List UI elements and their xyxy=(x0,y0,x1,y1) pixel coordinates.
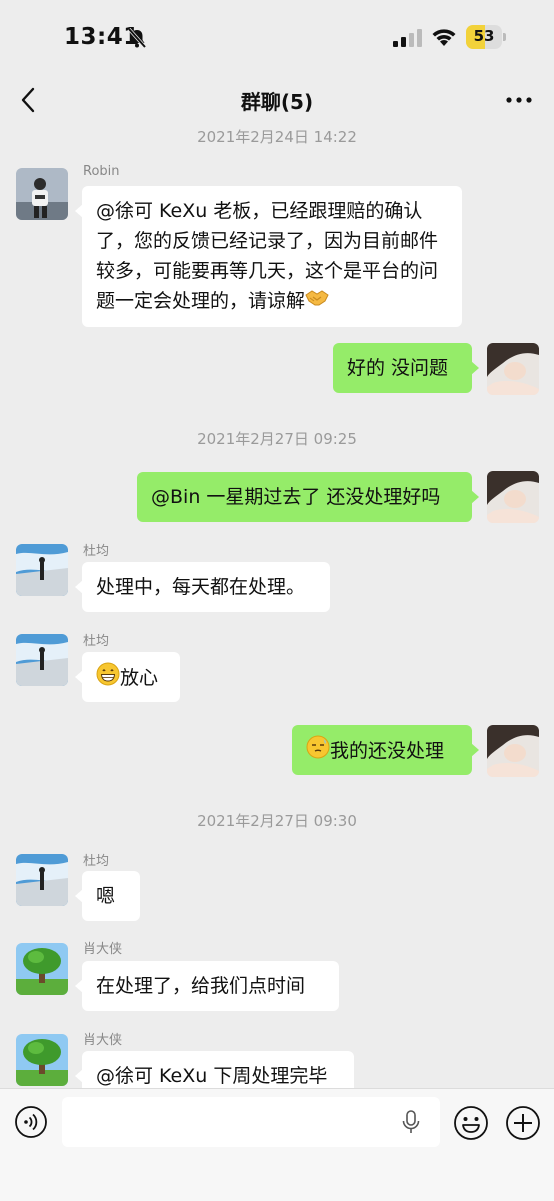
emoji-icon[interactable] xyxy=(453,1105,489,1141)
handshake-emoji xyxy=(305,286,329,317)
sender-name: Robin xyxy=(83,164,120,179)
plus-icon[interactable] xyxy=(505,1105,541,1141)
message-text: @徐可 KeXu 下周处理完毕 xyxy=(96,1065,328,1087)
message-bubble[interactable]: 嗯 xyxy=(75,871,140,921)
mic-icon[interactable] xyxy=(400,1109,422,1135)
sender-name: 肖大侠 xyxy=(83,1033,123,1048)
sender-name: 杜均 xyxy=(83,854,110,869)
voice-icon[interactable] xyxy=(14,1105,48,1139)
grinning-face-emoji xyxy=(96,662,120,695)
battery-percent: 53 xyxy=(473,27,495,45)
message-text: 好的 没问题 xyxy=(347,357,449,379)
battery-icon: 53 xyxy=(466,25,506,49)
message-timestamp: 2021年2月27日 09:25 xyxy=(197,430,357,448)
wifi-icon xyxy=(432,29,456,46)
avatar[interactable] xyxy=(16,854,68,906)
avatar[interactable] xyxy=(16,544,68,596)
message-text: 我的还没处理 xyxy=(330,740,445,762)
chat-input-bar xyxy=(0,1088,554,1201)
message-text: 嗯 xyxy=(96,885,116,907)
sender-name: 杜均 xyxy=(83,544,110,559)
avatar[interactable] xyxy=(487,725,539,777)
more-dots-icon[interactable] xyxy=(504,88,534,112)
message-timestamp: 2021年2月27日 09:30 xyxy=(197,812,357,830)
sleepy-face-emoji xyxy=(306,735,330,768)
message-bubble[interactable]: 放心 xyxy=(75,652,180,702)
message-text: 处理中，每天都在处理。 xyxy=(96,576,306,598)
chat-title[interactable]: 群聊(5) xyxy=(0,86,554,115)
signal-icon xyxy=(393,29,422,47)
sender-name: 杜均 xyxy=(83,634,110,649)
chat-header: 群聊(5) xyxy=(0,76,554,126)
message-text: @Bin 一星期过去了 还没处理好吗 xyxy=(151,486,441,508)
message-bubble[interactable]: 在处理了，给我们点时间 xyxy=(75,961,339,1011)
avatar[interactable] xyxy=(487,343,539,395)
message-timestamp: 2021年2月24日 14:22 xyxy=(197,128,357,146)
sender-name: 肖大侠 xyxy=(83,942,123,957)
avatar[interactable] xyxy=(16,634,68,686)
message-bubble[interactable]: 我的还没处理 xyxy=(292,725,479,775)
message-text: 在处理了，给我们点时间 xyxy=(96,975,306,997)
avatar[interactable] xyxy=(16,943,68,995)
message-bubble[interactable]: 好的 没问题 xyxy=(333,343,479,393)
status-bar: 13:41 53 xyxy=(0,0,554,76)
message-bubble[interactable]: 处理中，每天都在处理。 xyxy=(75,562,330,612)
message-input[interactable] xyxy=(62,1097,440,1147)
avatar[interactable] xyxy=(487,471,539,523)
bell-muted-icon xyxy=(127,27,147,49)
message-text: @徐可 KeXu 老板，已经跟理赔的确认了，您的反馈已经记录了，因为目前邮件较多… xyxy=(96,200,439,312)
message-bubble[interactable]: @Bin 一星期过去了 还没处理好吗 xyxy=(137,472,479,522)
avatar[interactable] xyxy=(16,1034,68,1086)
message-bubble[interactable]: @徐可 KeXu 老板，已经跟理赔的确认了，您的反馈已经记录了，因为目前邮件较多… xyxy=(75,186,462,327)
avatar[interactable] xyxy=(16,168,68,220)
message-text: 放心 xyxy=(120,667,159,689)
